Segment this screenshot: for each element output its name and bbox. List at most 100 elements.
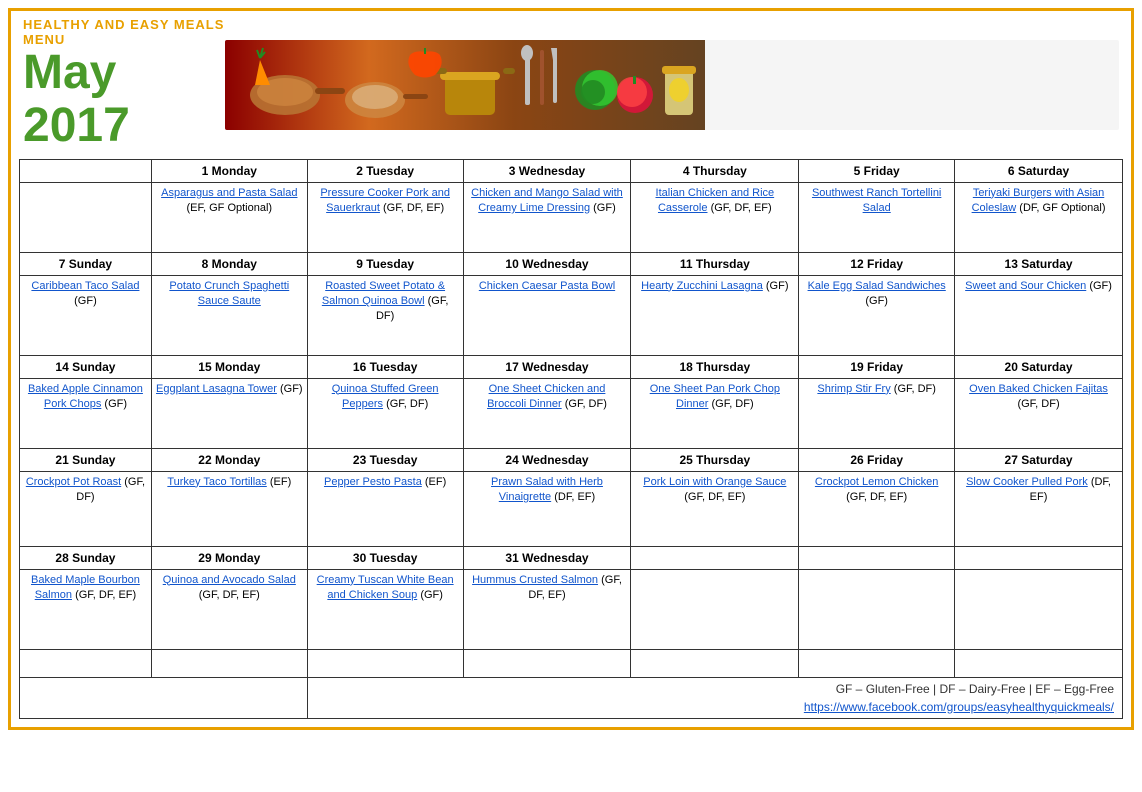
- footer-left-empty: [20, 677, 308, 718]
- week4-sun-cell: Crockpot Pot Roast (GF, DF): [20, 471, 152, 546]
- spacer-cell1: [20, 649, 152, 677]
- meal-link-mon8[interactable]: Potato Crunch Spaghetti Sauce Saute: [169, 280, 289, 307]
- meal-extra-thu18: (GF, DF): [711, 398, 753, 410]
- footer-url-link[interactable]: https://www.facebook.com/groups/easyheal…: [804, 700, 1114, 714]
- meal-link-fri19[interactable]: Shrimp Stir Fry: [817, 383, 890, 395]
- col-wed24: 24 Wednesday: [463, 448, 631, 471]
- footer-url-container: https://www.facebook.com/groups/easyheal…: [316, 700, 1114, 714]
- meal-link-mon22[interactable]: Turkey Taco Tortillas: [167, 476, 266, 488]
- col-thu18: 18 Thursday: [631, 355, 799, 378]
- week4-mon-cell: Turkey Taco Tortillas (EF): [151, 471, 307, 546]
- meal-link-tue9[interactable]: Roasted Sweet Potato & Salmon Quinoa Bow…: [322, 280, 445, 307]
- spacer-cell7: [955, 649, 1123, 677]
- meal-link-fri5[interactable]: Southwest Ranch Tortellini Salad: [812, 187, 941, 214]
- week1-header-row: 1 Monday 2 Tuesday 3 Wednesday 4 Thursda…: [20, 159, 1123, 182]
- spacer-cell6: [799, 649, 955, 677]
- footer-legend-cell: GF – Gluten-Free | DF – Dairy-Free | EF …: [307, 677, 1122, 718]
- week4-wed-cell: Prawn Salad with Herb Vinaigrette (DF, E…: [463, 471, 631, 546]
- meal-extra-sat20: (GF, DF): [1017, 398, 1059, 410]
- col-sat6: 6 Saturday: [955, 159, 1123, 182]
- meal-extra-sat13: (GF): [1089, 280, 1112, 292]
- week3-wed-cell: One Sheet Chicken and Broccoli Dinner (G…: [463, 378, 631, 448]
- col-sun28: 28 Sunday: [20, 546, 152, 569]
- meal-link-sat27[interactable]: Slow Cooker Pulled Pork: [966, 476, 1088, 488]
- footer-row: GF – Gluten-Free | DF – Dairy-Free | EF …: [20, 677, 1123, 718]
- week5-empty2: [799, 569, 955, 649]
- col-sat27: 27 Saturday: [955, 448, 1123, 471]
- week3-tue-cell: Quinoa Stuffed Green Peppers (GF, DF): [307, 378, 463, 448]
- meal-link-fri26[interactable]: Crockpot Lemon Chicken: [815, 476, 939, 488]
- week2-header-row: 7 Sunday 8 Monday 9 Tuesday 10 Wednesday…: [20, 252, 1123, 275]
- week4-header-row: 21 Sunday 22 Monday 23 Tuesday 24 Wednes…: [20, 448, 1123, 471]
- meal-extra-tue23: (EF): [425, 476, 446, 488]
- col-fri5: 5 Friday: [799, 159, 955, 182]
- meal-extra-mon15: (GF): [280, 383, 303, 395]
- meal-extra-sun7: (GF): [74, 295, 97, 307]
- week1-meals-row: Asparagus and Pasta Salad (EF, GF Option…: [20, 182, 1123, 252]
- col-tue9: 9 Tuesday: [307, 252, 463, 275]
- meal-link-sun7[interactable]: Caribbean Taco Salad: [31, 280, 139, 292]
- col-sun21: 21 Sunday: [20, 448, 152, 471]
- col-fri26: 26 Friday: [799, 448, 955, 471]
- week5-empty3: [955, 569, 1123, 649]
- meal-link-mon29[interactable]: Quinoa and Avocado Salad: [163, 574, 296, 586]
- col-sun14: 14 Sunday: [20, 355, 152, 378]
- week4-thu-cell: Pork Loin with Orange Sauce (GF, DF, EF): [631, 471, 799, 546]
- week2-mon-cell: Potato Crunch Spaghetti Sauce Saute: [151, 275, 307, 355]
- col-mon1: 1 Monday: [151, 159, 307, 182]
- week5-wed-cell: Hummus Crusted Salmon (GF, DF, EF): [463, 569, 631, 649]
- meal-link-thu11[interactable]: Hearty Zucchini Lasagna: [641, 280, 763, 292]
- meal-link-wed10[interactable]: Chicken Caesar Pasta Bowl: [479, 280, 615, 292]
- week3-meals-row: Baked Apple Cinnamon Pork Chops (GF) Egg…: [20, 378, 1123, 448]
- col-empty3: [955, 546, 1123, 569]
- col-empty1: [631, 546, 799, 569]
- col-mon8: 8 Monday: [151, 252, 307, 275]
- week2-wed-cell: Chicken Caesar Pasta Bowl: [463, 275, 631, 355]
- col-mon22: 22 Monday: [151, 448, 307, 471]
- meal-link-sun21[interactable]: Crockpot Pot Roast: [26, 476, 121, 488]
- meal-extra-thu25: (GF, DF, EF): [684, 491, 745, 503]
- empty-header: [20, 159, 152, 182]
- meal-extra-mon1: (EF, GF Optional): [187, 202, 273, 214]
- meal-link-mon1[interactable]: Asparagus and Pasta Salad: [161, 187, 297, 199]
- week5-mon-cell: Quinoa and Avocado Salad (GF, DF, EF): [151, 569, 307, 649]
- spacer-cell4: [463, 649, 631, 677]
- week5-tue-cell: Creamy Tuscan White Bean and Chicken Sou…: [307, 569, 463, 649]
- footer-legend: GF – Gluten-Free | DF – Dairy-Free | EF …: [316, 682, 1114, 696]
- week2-meals-row: Caribbean Taco Salad (GF) Potato Crunch …: [20, 275, 1123, 355]
- col-thu25: 25 Thursday: [631, 448, 799, 471]
- meal-link-fri12[interactable]: Kale Egg Salad Sandwiches: [808, 280, 946, 292]
- main-container: Healthy and Easy Meals Menu May 2017: [8, 8, 1134, 730]
- meal-link-thu25[interactable]: Pork Loin with Orange Sauce: [643, 476, 786, 488]
- header-left: Healthy and Easy Meals Menu May 2017: [23, 17, 225, 153]
- week3-sun-cell: Baked Apple Cinnamon Pork Chops (GF): [20, 378, 152, 448]
- week1-mon-cell: Asparagus and Pasta Salad (EF, GF Option…: [151, 182, 307, 252]
- week4-meals-row: Crockpot Pot Roast (GF, DF) Turkey Taco …: [20, 471, 1123, 546]
- week1-thu-cell: Italian Chicken and Rice Casserole (GF, …: [631, 182, 799, 252]
- meal-link-sat13[interactable]: Sweet and Sour Chicken: [965, 280, 1086, 292]
- meal-extra-thu11: (GF): [766, 280, 789, 292]
- col-sat13: 13 Saturday: [955, 252, 1123, 275]
- col-fri12: 12 Friday: [799, 252, 955, 275]
- week1-fri-cell: Southwest Ranch Tortellini Salad: [799, 182, 955, 252]
- week1-tue-cell: Pressure Cooker Pork and Sauerkraut (GF,…: [307, 182, 463, 252]
- meal-extra-wed17: (GF, DF): [565, 398, 607, 410]
- meal-extra-mon29: (GF, DF, EF): [199, 589, 260, 601]
- meal-extra-tue2: (GF, DF, EF): [383, 202, 444, 214]
- meal-link-tue23[interactable]: Pepper Pesto Pasta: [324, 476, 422, 488]
- col-thu11: 11 Thursday: [631, 252, 799, 275]
- calendar-table: 1 Monday 2 Tuesday 3 Wednesday 4 Thursda…: [19, 159, 1123, 719]
- meal-link-sat20[interactable]: Oven Baked Chicken Fajitas: [969, 383, 1108, 395]
- week5-meals-row: Baked Maple Bourbon Salmon (GF, DF, EF) …: [20, 569, 1123, 649]
- col-fri19: 19 Friday: [799, 355, 955, 378]
- header-image: [225, 40, 1119, 130]
- calendar-wrapper: 1 Monday 2 Tuesday 3 Wednesday 4 Thursda…: [11, 159, 1131, 727]
- meal-extra-wed24: (DF, EF): [554, 491, 595, 503]
- week1-wed-cell: Chicken and Mango Salad with Creamy Lime…: [463, 182, 631, 252]
- col-empty2: [799, 546, 955, 569]
- col-mon15: 15 Monday: [151, 355, 307, 378]
- meal-extra-fri12: (GF): [865, 295, 888, 307]
- meal-link-mon15[interactable]: Eggplant Lasagna Tower: [156, 383, 277, 395]
- meal-link-wed31[interactable]: Hummus Crusted Salmon: [472, 574, 598, 586]
- col-tue23: 23 Tuesday: [307, 448, 463, 471]
